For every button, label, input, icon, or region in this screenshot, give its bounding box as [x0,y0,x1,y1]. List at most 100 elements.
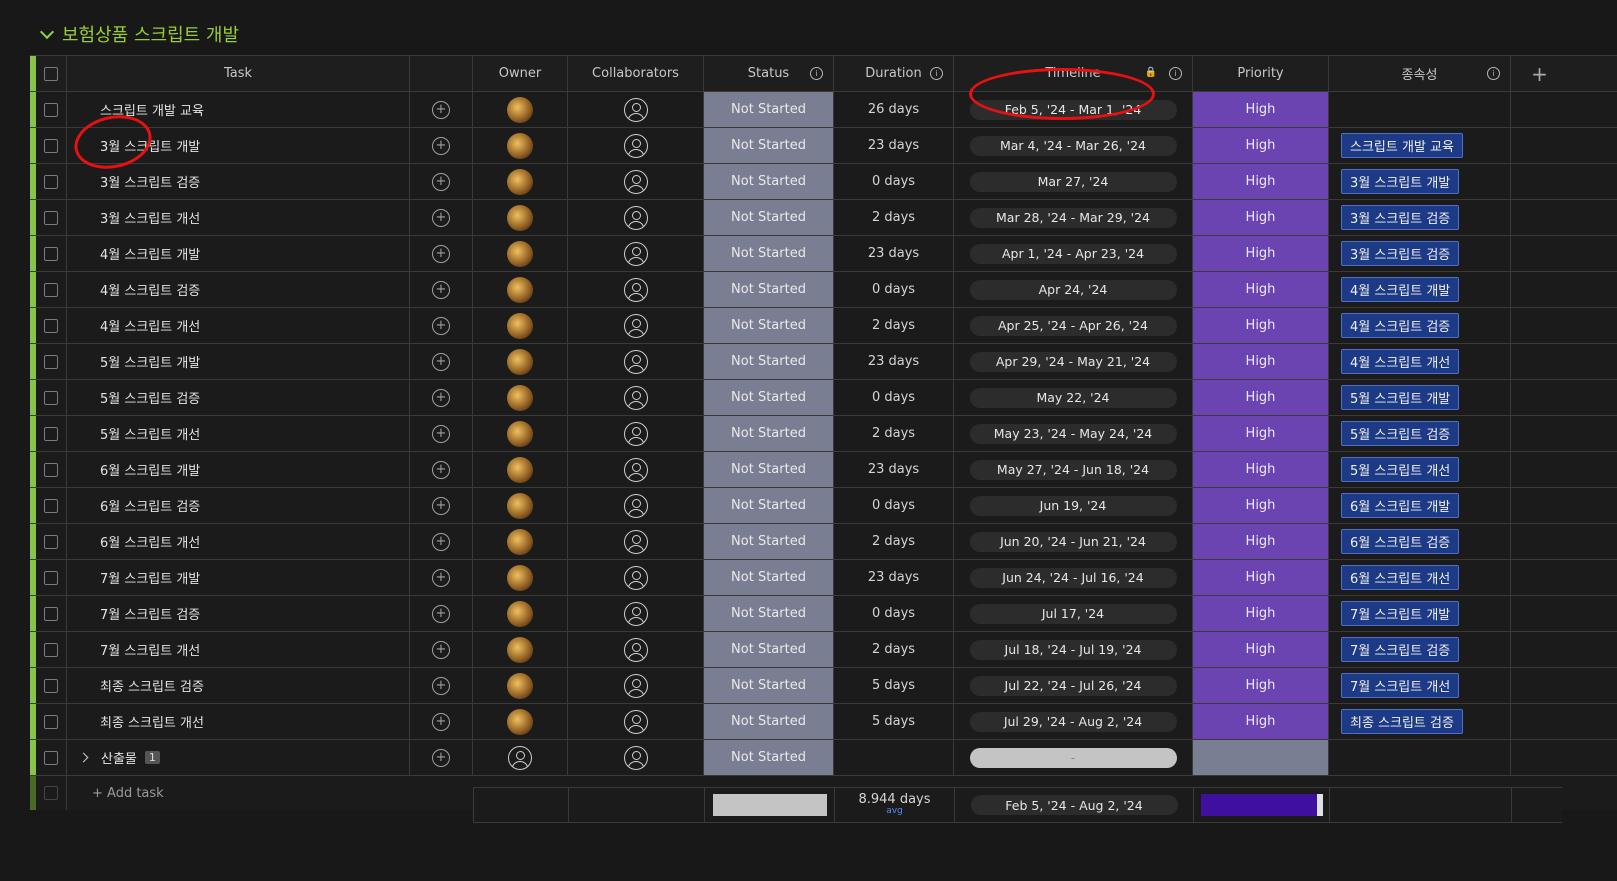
priority-label[interactable]: High [1193,632,1329,667]
owner-cell[interactable] [473,632,568,667]
duration-value[interactable]: 26 days [834,92,954,127]
lock-icon[interactable]: 🔒 [1145,67,1157,78]
add-update-button[interactable]: + [410,164,473,199]
task-name[interactable]: 7월 스크립트 검증 [67,596,410,631]
row-checkbox-cell[interactable] [36,416,67,451]
column-header-collaborators[interactable]: Collaborators [568,56,704,91]
timeline-cell[interactable]: Apr 25, '24 - Apr 26, '24 [954,308,1193,343]
add-update-button[interactable]: + [410,200,473,235]
timeline-pill[interactable]: Apr 25, '24 - Apr 26, '24 [969,315,1177,336]
chevron-right-icon[interactable] [78,752,89,763]
status-label[interactable]: Not Started [704,128,834,163]
column-header-priority[interactable]: Priority [1193,56,1329,91]
add-update-icon[interactable]: + [432,568,450,587]
timeline-cell[interactable]: Feb 5, '24 - Mar 1, '24 [954,92,1193,127]
dependency-cell[interactable]: 7월 스크립트 검증 [1329,632,1511,667]
task-name[interactable]: 3월 스크립트 개선 [67,200,410,235]
duration-value[interactable]: 23 days [834,452,954,487]
owner-cell[interactable] [473,308,568,343]
dependency-tag[interactable]: 4월 스크립트 개발 [1341,277,1460,302]
task-name[interactable]: 스크립트 개발 교육 [67,92,410,127]
person-icon[interactable] [623,457,648,482]
summary-duration[interactable]: 8.944 days avg [835,788,955,822]
task-name[interactable]: 7월 스크립트 개선 [67,632,410,667]
column-header-dependency[interactable]: 종속성 i [1329,56,1511,91]
owner-cell[interactable] [473,704,568,739]
status-label[interactable]: Not Started [704,524,834,559]
dependency-cell[interactable]: 7월 스크립트 개선 [1329,668,1511,703]
avatar[interactable] [507,528,533,555]
row-checkbox-cell[interactable] [36,164,67,199]
avatar[interactable] [507,168,533,195]
add-update-icon[interactable]: + [432,640,450,659]
owner-cell[interactable] [473,272,568,307]
task-name[interactable]: 6월 스크립트 개발 [67,452,410,487]
duration-value[interactable]: 2 days [834,632,954,667]
row-checkbox[interactable] [44,714,58,729]
task-name[interactable]: 3월 스크립트 개발 [67,128,410,163]
collaborators-cell[interactable] [568,452,704,487]
status-label[interactable]: Not Started [704,308,834,343]
duration-value[interactable]: 23 days [834,128,954,163]
timeline-pill[interactable]: Mar 27, '24 [969,171,1177,192]
dependency-tag[interactable]: 5월 스크립트 검증 [1341,421,1460,446]
dependency-cell[interactable] [1329,740,1511,775]
task-name[interactable]: 6월 스크립트 개선 [67,524,410,559]
row-checkbox[interactable] [44,318,58,333]
duration-value[interactable]: 2 days [834,524,954,559]
priority-label[interactable]: High [1193,488,1329,523]
row-checkbox[interactable] [44,534,58,549]
person-icon[interactable] [623,493,648,518]
avatar[interactable] [507,708,533,735]
dependency-cell[interactable]: 5월 스크립트 검증 [1329,416,1511,451]
priority-label[interactable]: High [1193,308,1329,343]
task-name[interactable]: 3월 스크립트 검증 [67,164,410,199]
person-icon[interactable] [623,205,648,230]
duration-value[interactable]: 23 days [834,560,954,595]
column-header-status[interactable]: Status i [704,56,834,91]
person-icon[interactable] [623,97,648,122]
dependency-tag[interactable]: 5월 스크립트 개발 [1341,385,1460,410]
timeline-cell[interactable]: Jun 20, '24 - Jun 21, '24 [954,524,1193,559]
task-name[interactable]: 4월 스크립트 개선 [67,308,410,343]
row-checkbox[interactable] [44,138,58,153]
owner-cell[interactable] [473,344,568,379]
duration-value[interactable]: 0 days [834,596,954,631]
column-header-duration[interactable]: Duration i [834,56,954,91]
collaborators-cell[interactable] [568,164,704,199]
status-label[interactable]: Not Started [704,704,834,739]
priority-label[interactable]: High [1193,236,1329,271]
timeline-pill[interactable]: - [969,747,1177,768]
dependency-tag[interactable]: 3월 스크립트 검증 [1341,241,1460,266]
status-label[interactable]: Not Started [704,236,834,271]
status-label[interactable]: Not Started [704,560,834,595]
task-name[interactable]: 최종 스크립트 개선 [67,704,410,739]
priority-label[interactable]: High [1193,344,1329,379]
collaborators-cell[interactable] [568,488,704,523]
task-name[interactable]: 6월 스크립트 검증 [67,488,410,523]
timeline-cell[interactable]: Jun 19, '24 [954,488,1193,523]
timeline-cell[interactable]: Jul 17, '24 [954,596,1193,631]
status-label[interactable]: Not Started [704,200,834,235]
plus-icon[interactable]: + [1531,62,1548,86]
person-icon[interactable] [623,241,648,266]
timeline-pill[interactable]: May 23, '24 - May 24, '24 [969,423,1177,444]
row-checkbox-cell[interactable] [36,524,67,559]
owner-cell[interactable] [473,380,568,415]
add-update-button[interactable]: + [410,272,473,307]
add-update-button[interactable]: + [410,596,473,631]
person-icon[interactable] [623,133,648,158]
owner-cell[interactable] [473,488,568,523]
add-update-icon[interactable]: + [432,172,450,191]
person-icon[interactable] [623,313,648,338]
info-icon[interactable]: i [1487,67,1500,80]
duration-value[interactable]: 2 days [834,416,954,451]
dependency-cell[interactable]: 3월 스크립트 검증 [1329,236,1511,271]
duration-value[interactable]: 0 days [834,272,954,307]
timeline-pill[interactable]: May 27, '24 - Jun 18, '24 [969,459,1177,480]
owner-cell[interactable] [473,92,568,127]
collaborators-cell[interactable] [568,704,704,739]
row-checkbox-cell[interactable] [36,560,67,595]
collaborators-cell[interactable] [568,236,704,271]
owner-cell[interactable] [473,236,568,271]
